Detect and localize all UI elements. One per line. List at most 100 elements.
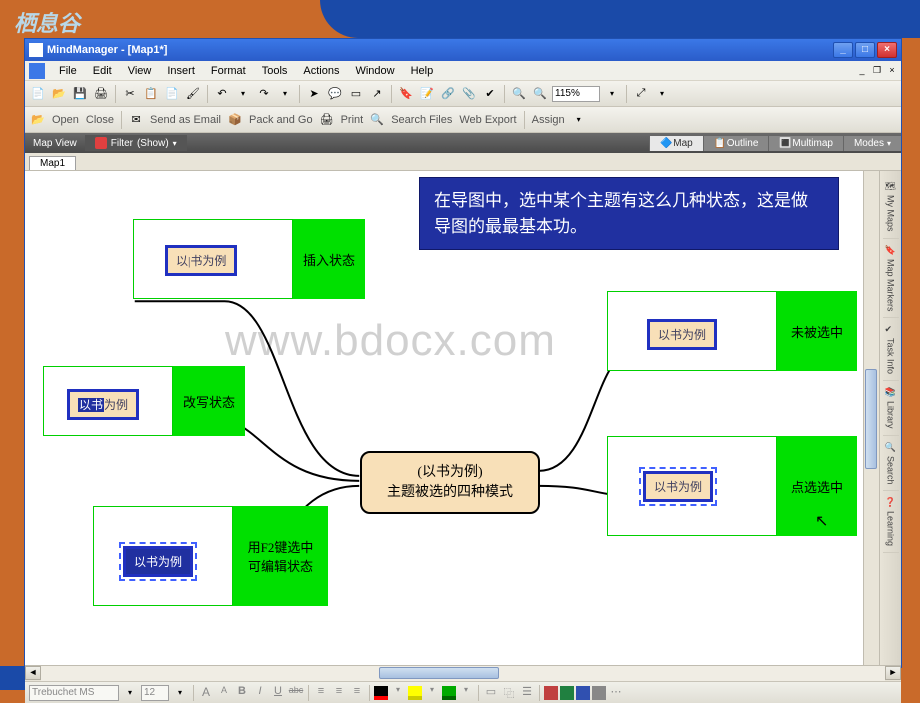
print2-icon[interactable]: 🖨 xyxy=(318,111,336,129)
shrink-font-icon[interactable]: A xyxy=(216,685,232,701)
redo-icon[interactable]: ↷ xyxy=(255,85,273,103)
web-export-button[interactable]: Web Export xyxy=(457,114,518,126)
app-ppt-icon[interactable] xyxy=(544,686,558,700)
fit-dropdown-icon[interactable]: ▾ xyxy=(653,85,671,103)
rail-map-markers[interactable]: 🔖Map Markers xyxy=(883,239,899,319)
tab-modes[interactable]: Modes▾ xyxy=(843,136,901,151)
rail-search[interactable]: 🔍Search xyxy=(883,436,899,492)
mdi-minimize[interactable]: _ xyxy=(855,65,869,77)
mdi-close[interactable]: × xyxy=(885,65,899,77)
assign-dropdown-icon[interactable]: ▾ xyxy=(570,111,588,129)
central-topic[interactable]: (以书为例) 主题被选的四种模式 xyxy=(360,451,540,514)
menu-view[interactable]: View xyxy=(120,63,160,79)
mdi-restore[interactable]: ❐ xyxy=(870,65,884,77)
italic-button[interactable]: I xyxy=(252,685,268,701)
scrollbar-horizontal[interactable]: ◄ ► xyxy=(25,665,901,681)
menu-help[interactable]: Help xyxy=(403,63,442,79)
scrollbar-thumb-v[interactable] xyxy=(865,369,877,469)
topic-label-3[interactable]: 以书为例 xyxy=(123,546,193,577)
app-excel-icon[interactable] xyxy=(560,686,574,700)
cut-icon[interactable]: ✂ xyxy=(121,85,139,103)
growth-icon[interactable]: ☰ xyxy=(519,685,535,701)
undo-dropdown-icon[interactable]: ▾ xyxy=(234,85,252,103)
undo-icon[interactable]: ↶ xyxy=(213,85,231,103)
topic-label-4[interactable]: 以书为例 xyxy=(647,319,717,350)
boundary-icon[interactable]: ▭ xyxy=(347,85,365,103)
zoom-out-icon[interactable]: 🔍 xyxy=(531,85,549,103)
topic-label-1[interactable]: 以|书为例 xyxy=(165,245,237,276)
doc-tab-map1[interactable]: Map1 xyxy=(29,156,76,170)
font-color-dropdown-icon[interactable]: ▾ xyxy=(390,685,406,701)
scroll-left-icon[interactable]: ◄ xyxy=(25,666,41,680)
rail-learning[interactable]: ❓Learning xyxy=(883,491,899,553)
assign-button[interactable]: Assign xyxy=(530,114,567,126)
app-word-icon[interactable] xyxy=(576,686,590,700)
copy-icon[interactable]: 📋 xyxy=(142,85,160,103)
package-icon[interactable]: 📦 xyxy=(226,111,244,129)
save-icon[interactable]: 💾 xyxy=(71,85,89,103)
spellcheck-icon[interactable]: ✔ xyxy=(481,85,499,103)
menu-file[interactable]: File xyxy=(51,63,85,79)
menu-tools[interactable]: Tools xyxy=(254,63,296,79)
scroll-track[interactable] xyxy=(41,666,885,681)
open2-icon[interactable]: 📂 xyxy=(29,111,47,129)
strike-button[interactable]: abc xyxy=(288,685,304,701)
open-button[interactable]: Open xyxy=(50,114,81,126)
attachment-icon[interactable]: 📎 xyxy=(460,85,478,103)
font-size-combo[interactable] xyxy=(141,685,169,701)
more-icon[interactable]: ⋯ xyxy=(608,685,624,701)
menu-format[interactable]: Format xyxy=(203,63,254,79)
rail-my-maps[interactable]: 🗺My Maps xyxy=(883,175,899,239)
zoom-in-icon[interactable]: 🔍 xyxy=(510,85,528,103)
search-icon[interactable]: 🔍 xyxy=(368,111,386,129)
filter-dropdown-icon[interactable]: ▾ xyxy=(173,139,177,148)
format-painter-icon[interactable]: 🖌 xyxy=(184,85,202,103)
menu-insert[interactable]: Insert xyxy=(159,63,203,79)
fit-icon[interactable]: ⤢ xyxy=(632,85,650,103)
print-icon[interactable]: 🖨 xyxy=(92,85,110,103)
maximize-button[interactable]: □ xyxy=(855,42,875,58)
mail-icon[interactable]: ✉ xyxy=(127,111,145,129)
scrollbar-thumb-h[interactable] xyxy=(379,667,499,679)
fill-color-icon[interactable] xyxy=(408,686,422,700)
print-button[interactable]: Print xyxy=(339,114,366,126)
pack-and-go-button[interactable]: Pack and Go xyxy=(247,114,315,126)
font-dropdown-icon[interactable]: ▾ xyxy=(121,684,139,702)
grow-font-icon[interactable]: A xyxy=(198,685,214,701)
line-color-icon[interactable] xyxy=(442,686,456,700)
open-icon[interactable]: 📂 xyxy=(50,85,68,103)
marker-icon[interactable]: 🔖 xyxy=(397,85,415,103)
fill-color-dropdown-icon[interactable]: ▾ xyxy=(424,685,440,701)
titlebar[interactable]: MindManager - [Map1*] _ □ × xyxy=(25,39,901,61)
tab-outline[interactable]: 📋Outline xyxy=(703,136,769,151)
underline-button[interactable]: U xyxy=(270,685,286,701)
redo-dropdown-icon[interactable]: ▾ xyxy=(276,85,294,103)
shape-icon[interactable]: ▭ xyxy=(483,685,499,701)
zoom-dropdown-icon[interactable]: ▾ xyxy=(603,85,621,103)
send-as-email-button[interactable]: Send as Email xyxy=(148,114,223,126)
filter-show[interactable]: (Show) xyxy=(137,138,169,149)
topic-caption-2[interactable]: 改写状态 xyxy=(173,366,245,436)
tab-map[interactable]: 🔷Map xyxy=(649,136,702,151)
tab-multimap[interactable]: 🔳Multimap xyxy=(768,136,843,151)
line-color-dropdown-icon[interactable]: ▾ xyxy=(458,685,474,701)
menu-edit[interactable]: Edit xyxy=(85,63,120,79)
notes-icon[interactable]: 📝 xyxy=(418,85,436,103)
new-icon[interactable]: 📄 xyxy=(29,85,47,103)
callout-icon[interactable]: 💬 xyxy=(326,85,344,103)
subtopic-icon[interactable]: ➤ xyxy=(305,85,323,103)
hyperlink-icon[interactable]: 🔗 xyxy=(439,85,457,103)
app-generic-icon[interactable] xyxy=(592,686,606,700)
menu-actions[interactable]: Actions xyxy=(295,63,347,79)
font-family-combo[interactable] xyxy=(29,685,119,701)
topic-caption-1[interactable]: 插入状态 xyxy=(293,219,365,299)
paste-icon[interactable]: 📄 xyxy=(163,85,181,103)
topic-caption-3[interactable]: 用F2键选中 可编辑状态 xyxy=(233,506,328,606)
align-center-icon[interactable]: ≡ xyxy=(331,685,347,701)
scrollbar-vertical[interactable] xyxy=(863,171,879,665)
topic-label-5[interactable]: 以书为例 xyxy=(643,471,713,502)
filter-panel[interactable]: Filter (Show) ▾ xyxy=(85,135,187,151)
bold-button[interactable]: B xyxy=(234,685,250,701)
search-files-button[interactable]: Search Files xyxy=(389,114,454,126)
minimize-button[interactable]: _ xyxy=(833,42,853,58)
